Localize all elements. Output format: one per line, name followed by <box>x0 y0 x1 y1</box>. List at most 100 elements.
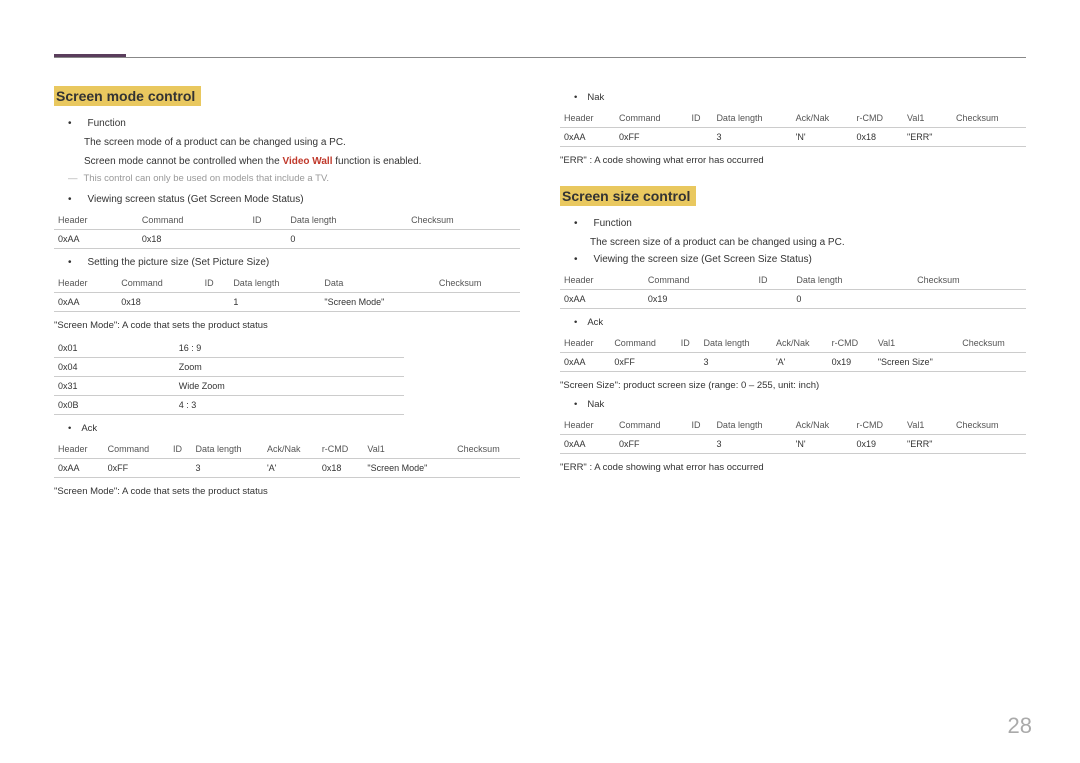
th: Data length <box>712 416 791 435</box>
bullet-viewing-size: Viewing the screen size (Get Screen Size… <box>560 254 1026 265</box>
th: r-CMD <box>852 109 903 128</box>
setting-label: Setting the picture size (Set Picture Si… <box>88 257 270 268</box>
th: Ack/Nak <box>263 440 318 459</box>
td <box>407 230 520 249</box>
th: ID <box>754 271 792 290</box>
td <box>688 435 713 454</box>
td: 0 <box>286 230 407 249</box>
nak-bullet: Nak <box>574 92 1026 103</box>
th: ID <box>677 334 700 353</box>
th: Command <box>138 211 249 230</box>
th: Checksum <box>453 440 520 459</box>
table-row: Header Command ID Data length Ack/Nak r-… <box>560 109 1026 128</box>
code-line: "Screen Mode": A code that sets the prod… <box>54 320 520 331</box>
bullet-icon <box>54 118 78 129</box>
th: Val1 <box>874 334 958 353</box>
th: Checksum <box>913 271 1026 290</box>
function-text-1: The screen mode of a product can be chan… <box>84 135 520 150</box>
table-row: 0xAA 0x19 0 <box>560 290 1026 309</box>
td: 'N' <box>792 128 853 147</box>
th: Data length <box>286 211 407 230</box>
td <box>677 353 700 372</box>
th: r-CMD <box>318 440 364 459</box>
td: 0x18 <box>138 230 249 249</box>
th: Data length <box>192 440 263 459</box>
table-row: 0xAA 0x18 0 <box>54 230 520 249</box>
td: 3 <box>712 128 791 147</box>
tv-note: This control can only be used on models … <box>68 173 520 184</box>
left-column: Screen mode control Function The screen … <box>54 86 520 505</box>
table-row: 0x0B4 : 3 <box>54 396 404 415</box>
td: Zoom <box>175 358 404 377</box>
th: Header <box>54 274 117 293</box>
td: "ERR" <box>903 128 952 147</box>
td <box>688 128 713 147</box>
td: 3 <box>712 435 791 454</box>
td: 0x19 <box>828 353 874 372</box>
td: 0xAA <box>560 435 615 454</box>
th: Command <box>117 274 200 293</box>
td: 'A' <box>263 459 318 478</box>
td: 'N' <box>792 435 853 454</box>
td <box>248 230 286 249</box>
th: Header <box>54 440 104 459</box>
nak-label-size: Nak <box>587 399 604 410</box>
td: "Screen Mode" <box>320 293 434 312</box>
td <box>453 459 520 478</box>
table-get-status: Header Command ID Data length Checksum 0… <box>54 211 520 249</box>
header-rule <box>54 57 1026 58</box>
ack-label-size: Ack <box>587 317 603 328</box>
td: "ERR" <box>903 435 952 454</box>
td: 0xFF <box>104 459 169 478</box>
td <box>958 353 1026 372</box>
table-row: Header Command ID Data length Data Check… <box>54 274 520 293</box>
section-title-screen-size: Screen size control <box>560 186 696 206</box>
table-get-size: Header Command ID Data length Checksum 0… <box>560 271 1026 309</box>
table-ack-size: Header Command ID Data length Ack/Nak r-… <box>560 334 1026 372</box>
bullet-setting: Setting the picture size (Set Picture Si… <box>54 257 520 268</box>
td <box>169 459 191 478</box>
err-line: "ERR" : A code showing what error has oc… <box>560 155 1026 166</box>
nak-label: Nak <box>587 92 604 103</box>
th: Data length <box>229 274 320 293</box>
viewing-size-label: Viewing the screen size (Get Screen Size… <box>594 254 812 265</box>
th: Command <box>615 109 688 128</box>
td: 3 <box>699 353 771 372</box>
th: Data <box>320 274 434 293</box>
td: "Screen Size" <box>874 353 958 372</box>
td: Wide Zoom <box>175 377 404 396</box>
th: Header <box>54 211 138 230</box>
bullet-icon <box>54 194 78 205</box>
size-line: "Screen Size": product screen size (rang… <box>560 380 1026 391</box>
table-set-size: Header Command ID Data length Data Check… <box>54 274 520 312</box>
td: 0x19 <box>852 435 903 454</box>
th: ID <box>688 109 713 128</box>
td <box>952 435 1026 454</box>
td: 0x18 <box>117 293 200 312</box>
err-line-2: "ERR" : A code showing what error has oc… <box>560 462 1026 473</box>
td: 'A' <box>772 353 828 372</box>
td <box>201 293 230 312</box>
bullet-viewing: Viewing screen status (Get Screen Mode S… <box>54 194 520 205</box>
th: ID <box>169 440 191 459</box>
function-pre: Screen mode cannot be controlled when th… <box>84 156 282 167</box>
th: Command <box>615 416 688 435</box>
th: ID <box>201 274 230 293</box>
table-row: Header Command ID Data length Checksum <box>560 271 1026 290</box>
ack-bullet-size: Ack <box>574 317 1026 328</box>
bullet-icon <box>560 218 584 229</box>
th: Checksum <box>952 416 1026 435</box>
bullet-icon <box>560 254 584 265</box>
table-row: Header Command ID Data length Ack/Nak r-… <box>560 416 1026 435</box>
th: Header <box>560 416 615 435</box>
td: 16 : 9 <box>175 339 404 358</box>
table-row: 0x31Wide Zoom <box>54 377 404 396</box>
th: ID <box>688 416 713 435</box>
bullet-function: Function <box>54 118 520 129</box>
table-ack: Header Command ID Data length Ack/Nak r-… <box>54 440 520 478</box>
table-mode-codes: 0x0116 : 9 0x04Zoom 0x31Wide Zoom 0x0B4 … <box>54 339 404 415</box>
nak-bullet-size: Nak <box>574 399 1026 410</box>
td: 0x18 <box>318 459 364 478</box>
td: 0xAA <box>560 128 615 147</box>
function-label-size: Function <box>594 218 632 229</box>
